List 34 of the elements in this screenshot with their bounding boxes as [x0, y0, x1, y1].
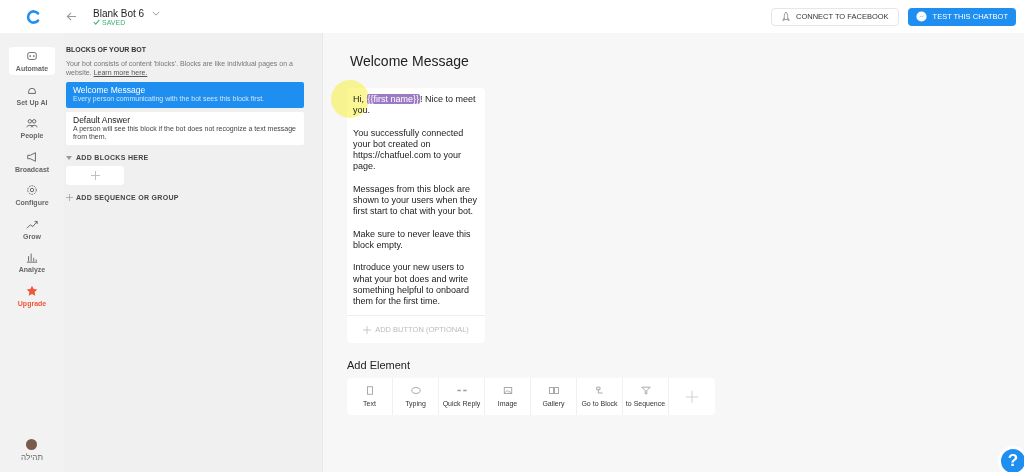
filter-icon [640, 386, 651, 396]
message-text[interactable]: Messages from this block are shown to your users when they first start to chat with your bot. [353, 183, 479, 218]
rocket-icon [781, 10, 792, 23]
user-name: תהילה [21, 453, 43, 462]
speech-bubble-icon [410, 386, 421, 396]
route-icon [594, 386, 605, 396]
message-text[interactable]: Make sure to never leave this block empty. [353, 228, 479, 252]
plus-icon [363, 325, 372, 334]
message-text[interactable]: Hi, {{first name}}! Nice to meet you. [353, 94, 479, 117]
bot-name[interactable]: Blank Bot 6 [93, 7, 145, 19]
messenger-icon [915, 11, 927, 22]
megaphone-icon [26, 150, 38, 163]
caret-icon[interactable] [66, 155, 72, 160]
add-element-title: Add Element [347, 359, 411, 372]
block-title[interactable]: Welcome Message [350, 53, 1024, 69]
robot-icon [26, 50, 38, 62]
bar-chart-icon [26, 251, 38, 263]
people-icon [26, 117, 38, 129]
message-text[interactable]: Introduce your new users to what your bot does and write something helpful to onboard them for the first time. [353, 262, 479, 308]
cursor-highlight [331, 80, 369, 118]
check-icon [93, 19, 100, 25]
picture-icon [502, 386, 513, 396]
chevron-down-icon[interactable] [152, 10, 161, 16]
plus-icon [66, 194, 73, 202]
plus-icon [686, 390, 698, 403]
gallery-icon [548, 386, 559, 396]
document-icon [364, 386, 375, 396]
back-arrow-icon[interactable] [66, 11, 77, 22]
star-icon [26, 284, 38, 297]
message-text[interactable]: You successfully connected your bot created on https://chatfuel.com to your page. [353, 127, 479, 173]
plus-icon [90, 171, 100, 181]
logo-icon[interactable] [26, 8, 42, 25]
user-avatar[interactable] [26, 439, 38, 450]
gear-icon [26, 184, 38, 196]
